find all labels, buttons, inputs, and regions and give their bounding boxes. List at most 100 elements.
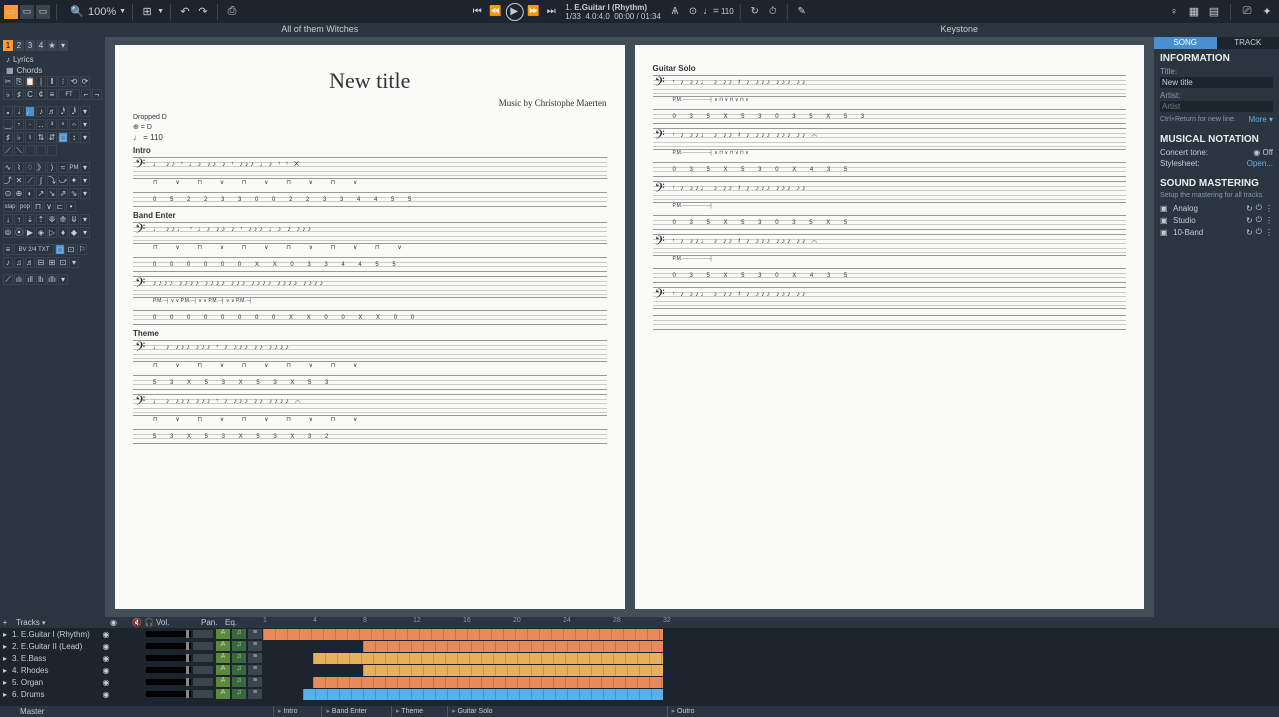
concert-radio[interactable]: ◉ <box>1253 148 1260 157</box>
volume-slider[interactable] <box>146 691 191 697</box>
track-expand-icon[interactable]: ▸ <box>0 642 10 651</box>
fretboard-icon[interactable]: ▦ <box>1186 4 1202 20</box>
settings-icon[interactable]: ✦ <box>1259 4 1275 20</box>
search-icon[interactable]: 🔍 <box>69 4 85 20</box>
timeline[interactable]: 148121620242832 <box>263 617 1279 705</box>
open-stylesheet-link[interactable]: Open... <box>1247 159 1273 168</box>
keyboard-icon[interactable]: ▤ <box>1206 4 1222 20</box>
eq-button[interactable]: ≡ <box>248 665 262 675</box>
edition-tab-1[interactable]: 1 <box>3 40 13 51</box>
timeline-clip[interactable] <box>263 629 663 640</box>
marker[interactable]: ▸ Theme <box>391 706 427 717</box>
automation-button-2[interactable]: ♫ <box>232 689 246 699</box>
edition-tab-menu[interactable]: ▾ <box>58 40 68 51</box>
chevron-down-icon[interactable]: ▼ <box>157 8 164 15</box>
undo-icon[interactable]: ↶ <box>177 4 193 20</box>
eq-button[interactable]: ≡ <box>248 677 262 687</box>
sixteenth-note-icon[interactable]: ♬ <box>47 106 57 117</box>
play-button[interactable]: ▶ <box>505 3 523 21</box>
pan-knob[interactable] <box>193 642 213 650</box>
automation-button[interactable]: A <box>216 677 230 687</box>
copy-icon[interactable]: ⎘ <box>14 76 24 87</box>
chain-toggle[interactable]: ▣ <box>1160 204 1170 213</box>
skip-start-icon[interactable]: ⏮ <box>469 4 485 20</box>
visibility-icon[interactable]: ◉ <box>100 630 112 639</box>
chain-menu-icon[interactable]: ⋮ <box>1265 228 1273 237</box>
solo-header-icon[interactable]: 🎧 <box>144 618 156 627</box>
tab-song[interactable]: SONG <box>1154 37 1217 49</box>
mixer-icon[interactable]: ⎚ <box>1239 4 1255 20</box>
eq-button[interactable]: ≡ <box>248 641 262 651</box>
track-name[interactable]: 1. E.Guitar I (Rhythm) <box>10 630 100 639</box>
zoom-level[interactable]: 100% <box>88 6 116 18</box>
pan-knob[interactable] <box>193 654 213 662</box>
eq-button[interactable]: ≡ <box>248 629 262 639</box>
pan-knob[interactable] <box>193 678 213 686</box>
timeline-clip[interactable] <box>313 677 663 688</box>
doc-tab-right[interactable]: Keystone <box>640 23 1279 37</box>
panel-toggle-1[interactable]: ▭ <box>4 5 18 19</box>
timeline-clip[interactable] <box>303 689 663 700</box>
edition-tab-4[interactable]: 4 <box>36 40 46 51</box>
edition-tab-star[interactable]: ★ <box>47 40 57 51</box>
marker[interactable]: ▸ Intro <box>273 706 301 717</box>
edition-tab-3[interactable]: 3 <box>25 40 35 51</box>
section-markers[interactable]: ▸ Intro▸ Band Enter▸ Theme▸ Guitar Solo▸… <box>263 706 1279 717</box>
track-expand-icon[interactable]: ▸ <box>0 630 10 639</box>
chain-toggle[interactable]: ▣ <box>1160 216 1170 225</box>
tracks-header[interactable]: Tracks ▾ <box>10 618 110 627</box>
automation-button-2[interactable]: ♫ <box>232 653 246 663</box>
cut-icon[interactable]: ✂ <box>3 76 13 87</box>
chain-item[interactable]: Analog <box>1173 204 1243 213</box>
automation-button[interactable]: A <box>216 665 230 675</box>
artist-input[interactable] <box>1160 101 1273 112</box>
chain-menu-icon[interactable]: ⋮ <box>1265 216 1273 225</box>
pan-knob[interactable] <box>193 630 213 638</box>
chain-refresh-icon[interactable]: ↻ <box>1246 204 1253 213</box>
track-expand-icon[interactable]: ▸ <box>0 654 10 663</box>
redo-icon[interactable]: ↷ <box>195 4 211 20</box>
volume-slider[interactable] <box>146 631 191 637</box>
automation-button-2[interactable]: ♫ <box>232 665 246 675</box>
eq-button[interactable]: ≡ <box>248 689 262 699</box>
more-link[interactable]: More ▾ <box>1249 115 1273 124</box>
chain-power-icon[interactable]: ⏻ <box>1256 215 1262 225</box>
tempo-value[interactable]: 110 <box>721 7 734 16</box>
palm-mute-button[interactable]: PM <box>69 162 79 173</box>
track-name[interactable]: 2. E.Guitar II (Lead) <box>10 642 100 651</box>
skip-end-icon[interactable]: ⏭ <box>543 4 559 20</box>
volume-slider[interactable] <box>146 679 191 685</box>
pan-knob[interactable] <box>193 666 213 674</box>
chevron-down-icon[interactable]: ▼ <box>119 8 126 15</box>
chords-button[interactable]: ▦Chords <box>3 65 102 76</box>
track-name[interactable]: 3. E.Bass <box>10 654 100 663</box>
score-viewport[interactable]: New title Music by Christophe Maerten Dr… <box>105 37 1154 617</box>
whole-note-icon[interactable]: 𝅝 <box>3 106 13 117</box>
automation-button-2[interactable]: ♫ <box>232 629 246 639</box>
loop-icon[interactable]: ↻ <box>747 4 763 20</box>
visibility-icon[interactable]: ◉ <box>100 666 112 675</box>
mute-header-icon[interactable]: 🔇 <box>132 618 144 627</box>
quarter-note-icon[interactable]: ♩ <box>25 106 35 117</box>
automation-button-2[interactable]: ♫ <box>232 677 246 687</box>
marker[interactable]: ▸ Band Enter <box>321 706 370 717</box>
track-name[interactable]: 5. Organ <box>10 678 100 687</box>
chain-toggle[interactable]: ▣ <box>1160 228 1170 237</box>
chain-menu-icon[interactable]: ⋮ <box>1265 204 1273 213</box>
track-expand-icon[interactable]: ▸ <box>0 666 10 675</box>
track-name[interactable]: 6. Drums <box>10 690 100 699</box>
visibility-icon[interactable]: ◉ <box>100 678 112 687</box>
automation-button[interactable]: A <box>216 641 230 651</box>
volume-slider[interactable] <box>146 643 191 649</box>
panel-toggle-3[interactable]: ▭ <box>36 5 50 19</box>
half-note-icon[interactable]: 𝅗𝅥 <box>14 106 24 117</box>
forward-icon[interactable]: ⏩ <box>525 4 541 20</box>
lyrics-button[interactable]: ♪Lyrics <box>3 54 102 65</box>
timeline-clip[interactable] <box>363 641 663 652</box>
print-icon[interactable]: ⎙ <box>224 4 240 20</box>
edition-tab-2[interactable]: 2 <box>14 40 24 51</box>
title-input[interactable] <box>1160 77 1273 88</box>
paste-icon[interactable]: 📋 <box>25 76 35 87</box>
timeline-ruler[interactable]: 148121620242832 <box>263 617 1279 628</box>
chain-refresh-icon[interactable]: ↻ <box>1246 216 1253 225</box>
